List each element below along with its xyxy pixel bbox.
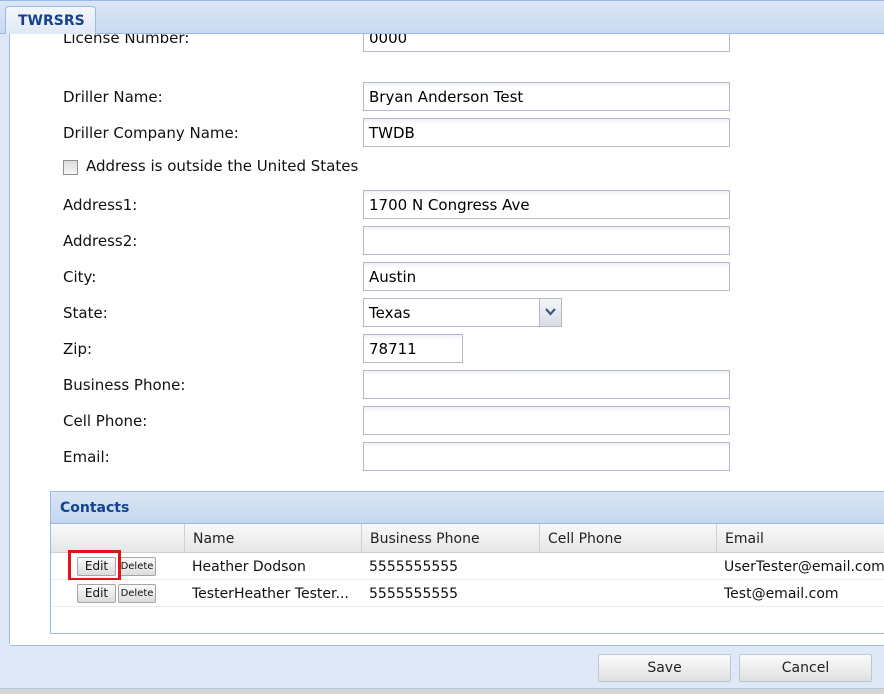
left-border	[0, 34, 10, 644]
contact-name: Heather Dodson	[192, 559, 306, 575]
form-body: License Number: 0000 Driller Name: Bryan…	[10, 34, 884, 646]
cell-phone-input[interactable]	[363, 406, 730, 435]
driller-name-label: Driller Name:	[63, 88, 163, 106]
state-dropdown-trigger[interactable]	[539, 299, 561, 326]
contact-cell-phone	[539, 580, 716, 607]
driller-company-input[interactable]: TWDB	[363, 118, 730, 147]
delete-button[interactable]: Delete	[118, 584, 156, 603]
email-label: Email:	[63, 448, 110, 466]
row-cell-phone: Cell Phone:	[63, 406, 763, 435]
driller-company-label: Driller Company Name:	[63, 124, 239, 142]
outside-us-label[interactable]: Address is outside the United States	[86, 157, 358, 175]
tab-twrsrs[interactable]: TWRSRS	[5, 6, 96, 35]
column-header-email[interactable]: Email	[716, 524, 884, 553]
row-business-phone: Business Phone:	[63, 370, 763, 399]
contact-row: Edit Delete TesterHeather Tester... 5555…	[51, 580, 884, 607]
row-address1: Address1: 1700 N Congress Ave	[63, 190, 763, 219]
chevron-down-icon	[545, 308, 556, 316]
row-state: State: Texas	[63, 298, 763, 327]
row-license-number: License Number: 0000	[63, 34, 763, 52]
driller-name-input[interactable]: Bryan Anderson Test	[363, 82, 730, 111]
contacts-title: Contacts	[51, 492, 884, 524]
contact-business-phone: 5555555555	[369, 559, 459, 575]
address2-input[interactable]	[363, 226, 730, 255]
column-header-business-phone[interactable]: Business Phone	[361, 524, 539, 553]
email-input[interactable]	[363, 442, 730, 471]
state-select[interactable]: Texas	[363, 298, 562, 327]
contact-business-phone: 5555555555	[369, 586, 459, 602]
row-zip: Zip: 78711	[63, 334, 763, 363]
cell-phone-label: Cell Phone:	[63, 412, 148, 430]
row-driller-company: Driller Company Name: TWDB	[63, 118, 763, 147]
license-number-label: License Number:	[63, 34, 190, 47]
state-selected-value: Texas	[369, 304, 411, 322]
cancel-button[interactable]: Cancel	[739, 654, 872, 682]
city-label: City:	[63, 268, 97, 286]
dialog-window: TWRSRS License Number: 0000 Driller Name…	[0, 0, 884, 694]
zip-label: Zip:	[63, 340, 93, 358]
business-phone-label: Business Phone:	[63, 376, 186, 394]
contact-name: TesterHeather Tester...	[192, 586, 349, 602]
address2-label: Address2:	[63, 232, 138, 250]
row-city: City: Austin	[63, 262, 763, 291]
contacts-column-headers: Name Business Phone Cell Phone Email	[51, 524, 884, 553]
tab-bar: TWRSRS	[0, 0, 884, 35]
column-header-actions	[51, 524, 184, 553]
window-bottom-edge	[0, 688, 884, 694]
delete-button[interactable]: Delete	[118, 557, 156, 576]
column-header-name[interactable]: Name	[184, 524, 361, 553]
contact-email: Test@email.com	[724, 586, 839, 602]
city-input[interactable]: Austin	[363, 262, 730, 291]
row-email: Email:	[63, 442, 763, 471]
row-address2: Address2:	[63, 226, 763, 255]
contact-row: Edit Delete Heather Dodson 5555555555 Us…	[51, 550, 884, 581]
license-number-input[interactable]: 0000	[363, 34, 730, 52]
row-driller-name: Driller Name: Bryan Anderson Test	[63, 82, 763, 111]
contacts-grid: Contacts Name Business Phone Cell Phone …	[50, 491, 884, 634]
contact-email: UserTester@email.com	[724, 559, 884, 575]
column-header-cell-phone[interactable]: Cell Phone	[539, 524, 716, 553]
business-phone-input[interactable]	[363, 370, 730, 399]
state-label: State:	[63, 304, 108, 322]
edit-button[interactable]: Edit	[77, 557, 116, 576]
contact-cell-phone	[539, 553, 716, 580]
save-button[interactable]: Save	[598, 654, 731, 682]
outside-us-checkbox[interactable]	[63, 160, 78, 175]
address1-label: Address1:	[63, 196, 138, 214]
address1-input[interactable]: 1700 N Congress Ave	[363, 190, 730, 219]
zip-input[interactable]: 78711	[363, 334, 463, 363]
edit-button[interactable]: Edit	[77, 584, 116, 603]
